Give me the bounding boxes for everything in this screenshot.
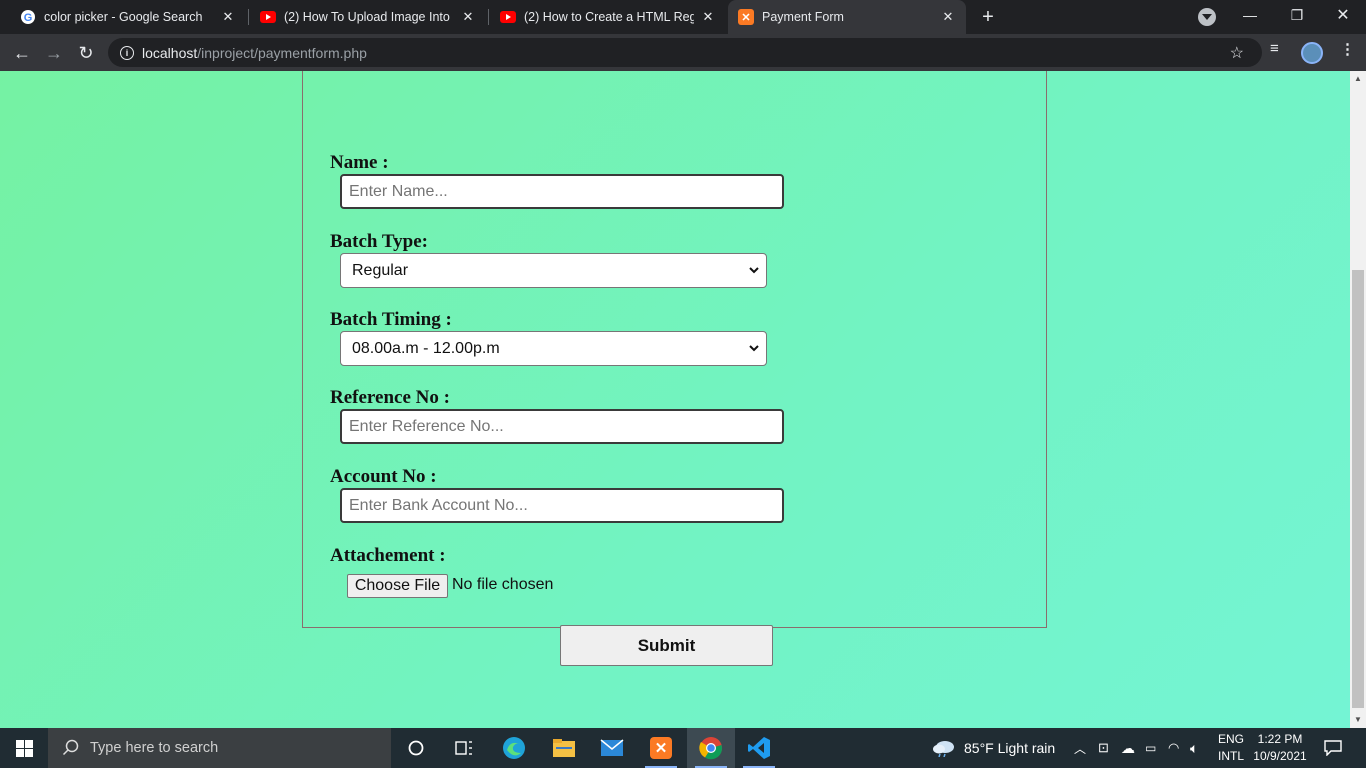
taskbar-search-placeholder: Type here to search xyxy=(90,740,219,756)
bookmark-star-icon[interactable]: ☆ xyxy=(1230,43,1244,63)
battery-icon[interactable]: ▭ xyxy=(1145,728,1156,768)
reference-input[interactable]: Enter Reference No... xyxy=(340,409,784,444)
input-language-indicator[interactable]: ENG INTL xyxy=(1214,731,1248,765)
submit-button[interactable]: Submit xyxy=(560,625,773,666)
close-tab-icon[interactable]: ✕ xyxy=(220,9,236,25)
page-scrollbar[interactable]: ▲ ▼ xyxy=(1350,71,1366,728)
svg-text:✕: ✕ xyxy=(655,740,668,757)
search-icon xyxy=(62,739,79,756)
batch-timing-value: 08.00a.m - 12.00p.m xyxy=(352,339,500,357)
wifi-icon[interactable]: ◠ xyxy=(1168,728,1179,768)
close-tab-icon[interactable]: ✕ xyxy=(700,9,716,25)
google-icon: G xyxy=(20,9,36,25)
minimize-icon[interactable]: — xyxy=(1227,0,1273,30)
batch-timing-select[interactable]: 08.00a.m - 12.00p.m xyxy=(340,331,767,366)
youtube-icon xyxy=(500,9,516,25)
menu-dots-icon[interactable]: ⋮ xyxy=(1340,40,1355,58)
batch-type-label: Batch Type: xyxy=(330,231,428,252)
tab-search-icon[interactable] xyxy=(1198,8,1216,26)
windows-taskbar: Type here to search ✕ 85°F Light rain ︿ … xyxy=(0,728,1366,768)
lang-bottom: INTL xyxy=(1217,749,1244,763)
no-file-text: No file chosen xyxy=(452,576,554,593)
weather-text: 85°F Light rain xyxy=(964,740,1056,756)
tab-separator xyxy=(488,9,489,25)
new-tab-button[interactable]: + xyxy=(976,5,1000,29)
tab-payment-form[interactable]: ✕ Payment Form ✕ xyxy=(728,0,966,34)
tab-upload-image[interactable]: (2) How To Upload Image Into M ✕ xyxy=(250,0,486,34)
tab-title: color picker - Google Search xyxy=(44,10,203,24)
tab-title: (2) How To Upload Image Into M xyxy=(284,10,454,24)
clock[interactable]: 1:22 PM 10/9/2021 xyxy=(1252,731,1308,765)
tab-separator xyxy=(248,9,249,25)
reference-label: Reference No : xyxy=(330,387,450,408)
reload-icon[interactable]: ↻ xyxy=(72,39,100,67)
url-path: /inproject/paymentform.php xyxy=(197,44,367,61)
svg-text:✕: ✕ xyxy=(741,12,750,24)
xampp-taskbar-icon[interactable]: ✕ xyxy=(637,728,685,768)
cloud-rain-icon xyxy=(933,741,954,757)
browser-toolbar: ← → ↻ i localhost/inproject/paymentform.… xyxy=(0,34,1366,71)
notifications-icon[interactable] xyxy=(1316,728,1350,768)
close-tab-icon[interactable]: ✕ xyxy=(940,9,956,25)
forward-arrow-icon[interactable]: → xyxy=(40,39,68,67)
name-input[interactable]: Enter Name... xyxy=(340,174,784,209)
vscode-icon[interactable] xyxy=(735,728,783,768)
url-host: localhost xyxy=(142,44,198,61)
scroll-up-icon[interactable]: ▲ xyxy=(1350,71,1366,85)
file-explorer-icon[interactable] xyxy=(540,728,588,768)
lang-top: ENG xyxy=(1217,732,1244,746)
clock-date: 10/9/2021 xyxy=(1253,749,1307,763)
task-view-icon[interactable] xyxy=(440,728,488,768)
name-label: Name : xyxy=(330,152,389,173)
youtube-icon xyxy=(260,9,276,25)
account-label: Account No : xyxy=(330,466,437,487)
back-arrow-icon[interactable]: ← xyxy=(8,39,36,67)
tab-title: (2) How to Create a HTML Regist xyxy=(524,10,694,24)
attachment-label: Attachement : xyxy=(330,545,446,566)
batch-type-value: Regular xyxy=(352,261,409,279)
scroll-down-icon[interactable]: ▼ xyxy=(1350,712,1366,726)
close-window-icon[interactable]: ✕ xyxy=(1320,0,1366,30)
account-input[interactable]: Enter Bank Account No... xyxy=(340,488,784,523)
chrome-taskbar-icon[interactable] xyxy=(687,728,735,768)
close-tab-icon[interactable]: ✕ xyxy=(460,9,476,25)
page-viewport: Name : Enter Name... Batch Type: Regular… xyxy=(0,71,1350,728)
chevron-down-icon xyxy=(749,345,759,352)
tab-google-search[interactable]: G color picker - Google Search ✕ xyxy=(10,0,246,34)
show-hidden-icons-chevron-icon[interactable]: ︿ xyxy=(1074,728,1086,768)
media-queue-icon[interactable]: ≡ xyxy=(1270,40,1279,57)
mail-icon[interactable] xyxy=(588,728,636,768)
taskbar-search-box[interactable]: Type here to search xyxy=(48,728,391,768)
batch-timing-label: Batch Timing : xyxy=(330,309,452,330)
edge-icon[interactable] xyxy=(490,728,538,768)
scroll-thumb[interactable] xyxy=(1352,270,1364,708)
batch-type-select[interactable]: Regular xyxy=(340,253,767,288)
tab-title: Payment Form xyxy=(762,10,844,24)
profile-avatar[interactable] xyxy=(1301,42,1323,64)
tab-strip: G color picker - Google Search ✕ (2) How… xyxy=(0,0,1366,34)
onedrive-cloud-icon[interactable]: ☁ xyxy=(1121,728,1135,768)
clock-time: 1:22 PM xyxy=(1257,732,1303,746)
choose-file-button[interactable]: Choose File xyxy=(347,574,448,598)
meet-now-icon[interactable]: ⊡ xyxy=(1098,728,1109,768)
payment-form: Name : Enter Name... Batch Type: Regular… xyxy=(302,71,1047,666)
xampp-icon: ✕ xyxy=(738,9,754,25)
site-info-icon[interactable]: i xyxy=(120,45,134,60)
chevron-down-icon xyxy=(749,267,759,274)
restore-icon[interactable]: ❐ xyxy=(1274,0,1320,30)
address-bar[interactable]: i localhost/inproject/paymentform.php ☆ xyxy=(108,38,1262,67)
cortana-icon[interactable] xyxy=(392,728,440,768)
windows-start-icon[interactable] xyxy=(0,728,48,768)
svg-text:G: G xyxy=(24,12,33,24)
volume-icon[interactable]: 🔈︎ xyxy=(1190,728,1198,768)
weather-widget[interactable]: 85°F Light rain xyxy=(932,728,1055,768)
tab-html-registration[interactable]: (2) How to Create a HTML Regist ✕ xyxy=(490,0,726,34)
